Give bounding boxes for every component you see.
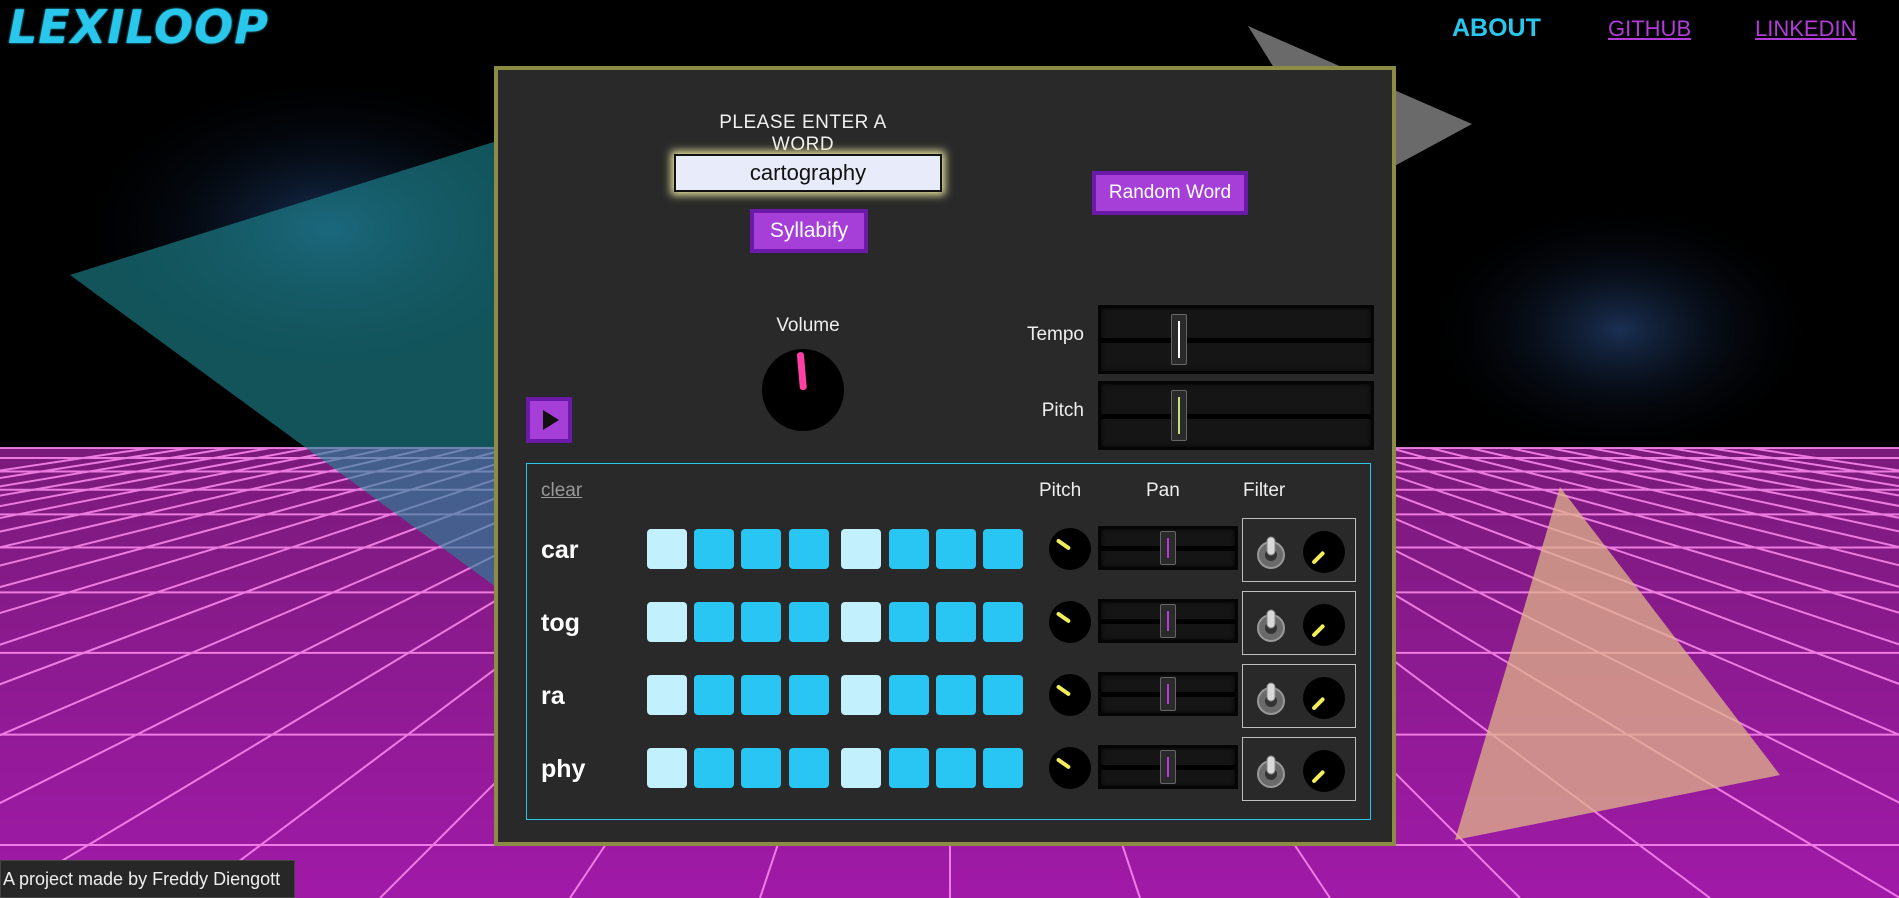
nav-about-link[interactable]: ABOUT — [1452, 14, 1541, 43]
step-pad-8[interactable] — [983, 529, 1023, 569]
volume-knob-indicator — [796, 351, 807, 391]
row-pitch-knob[interactable] — [1049, 747, 1091, 789]
pan-slider-thumb[interactable] — [1160, 750, 1176, 784]
filter-knob[interactable] — [1303, 750, 1345, 792]
row-pitch-knob-indicator — [1055, 538, 1072, 551]
top-nav: ABOUT GITHUB LINKEDIN — [0, 12, 1899, 52]
toggle-switch-icon[interactable] — [1255, 606, 1287, 644]
tempo-slider-track — [1101, 337, 1371, 343]
step-pad-8[interactable] — [983, 675, 1023, 715]
step-pad-7[interactable] — [936, 529, 976, 569]
row-pitch-knob-indicator — [1055, 757, 1072, 770]
pan-slider[interactable] — [1098, 526, 1238, 570]
filter-controls — [1242, 518, 1356, 582]
step-pad-6[interactable] — [889, 675, 929, 715]
col-header-pitch: Pitch — [1039, 480, 1082, 501]
filter-knob-indicator — [1311, 550, 1326, 565]
synth-panel: PLEASE ENTER A WORD Syllabify Random Wor… — [494, 66, 1396, 846]
filter-controls — [1242, 664, 1356, 728]
step-pad-1[interactable] — [647, 675, 687, 715]
step-pad-3[interactable] — [741, 748, 781, 788]
syllable-label: phy — [541, 755, 586, 783]
volume-knob[interactable] — [762, 349, 844, 431]
footer-credit: A project made by Freddy Diengott — [0, 860, 296, 898]
row-pitch-knob[interactable] — [1049, 674, 1091, 716]
filter-knob-indicator — [1311, 769, 1326, 784]
tempo-label: Tempo — [1026, 324, 1084, 345]
random-word-button[interactable]: Random Word — [1092, 171, 1248, 215]
col-header-pan: Pan — [1146, 480, 1180, 501]
word-input[interactable] — [674, 154, 942, 192]
step-pad-1[interactable] — [647, 602, 687, 642]
syllable-label: car — [541, 536, 579, 564]
pan-slider-thumb[interactable] — [1160, 531, 1176, 565]
pan-slider[interactable] — [1098, 672, 1238, 716]
step-pad-2[interactable] — [694, 529, 734, 569]
syllable-label: tog — [541, 609, 580, 637]
step-pad-4[interactable] — [789, 529, 829, 569]
step-pad-6[interactable] — [889, 602, 929, 642]
pan-slider[interactable] — [1098, 745, 1238, 789]
step-pad-7[interactable] — [936, 602, 976, 642]
pitch-label: Pitch — [1041, 400, 1084, 421]
filter-knob[interactable] — [1303, 677, 1345, 719]
step-pad-5[interactable] — [841, 529, 881, 569]
toggle-switch-icon[interactable] — [1255, 752, 1287, 790]
step-pad-2[interactable] — [694, 602, 734, 642]
filter-controls — [1242, 737, 1356, 801]
step-pad-5[interactable] — [841, 602, 881, 642]
nav-github-link[interactable]: GITHUB — [1608, 16, 1691, 42]
filter-knob-indicator — [1311, 623, 1326, 638]
volume-label: Volume — [776, 315, 840, 336]
step-pad-4[interactable] — [789, 748, 829, 788]
sequencer: clear Pitch Pan Filter car tog ra phy — [526, 463, 1371, 820]
row-pitch-knob-indicator — [1055, 684, 1072, 697]
pan-slider[interactable] — [1098, 599, 1238, 643]
step-pad-2[interactable] — [694, 675, 734, 715]
step-pad-3[interactable] — [741, 675, 781, 715]
col-header-filter: Filter — [1243, 480, 1286, 501]
row-pitch-knob[interactable] — [1049, 528, 1091, 570]
step-pad-1[interactable] — [647, 529, 687, 569]
filter-knob-indicator — [1311, 696, 1326, 711]
sequencer-row-ra: ra — [527, 664, 1372, 734]
step-pad-6[interactable] — [889, 529, 929, 569]
step-pad-2[interactable] — [694, 748, 734, 788]
filter-knob[interactable] — [1303, 604, 1345, 646]
step-pad-4[interactable] — [789, 675, 829, 715]
step-pad-7[interactable] — [936, 748, 976, 788]
pitch-slider-track — [1101, 413, 1371, 419]
row-pitch-knob-indicator — [1055, 611, 1072, 624]
step-pad-3[interactable] — [741, 529, 781, 569]
step-pad-8[interactable] — [983, 602, 1023, 642]
syllable-label: ra — [541, 682, 565, 710]
play-button[interactable] — [526, 397, 572, 443]
step-pad-1[interactable] — [647, 748, 687, 788]
syllabify-button[interactable]: Syllabify — [750, 209, 868, 253]
step-pad-3[interactable] — [741, 602, 781, 642]
step-pad-5[interactable] — [841, 748, 881, 788]
toggle-switch-icon[interactable] — [1255, 679, 1287, 717]
step-pad-8[interactable] — [983, 748, 1023, 788]
clear-link[interactable]: clear — [541, 480, 582, 502]
step-pad-6[interactable] — [889, 748, 929, 788]
step-pad-7[interactable] — [936, 675, 976, 715]
sequencer-row-car: car — [527, 518, 1372, 588]
tempo-slider-thumb[interactable] — [1171, 314, 1188, 365]
filter-controls — [1242, 591, 1356, 655]
sequencer-row-phy: phy — [527, 737, 1372, 807]
pan-slider-thumb[interactable] — [1160, 604, 1176, 638]
row-pitch-knob[interactable] — [1049, 601, 1091, 643]
word-prompt: PLEASE ENTER A WORD — [719, 112, 887, 155]
toggle-switch-icon[interactable] — [1255, 533, 1287, 571]
filter-knob[interactable] — [1303, 531, 1345, 573]
tempo-slider[interactable] — [1098, 305, 1374, 374]
nav-linkedin-link[interactable]: LINKEDIN — [1755, 16, 1856, 42]
pitch-slider[interactable] — [1098, 381, 1374, 450]
sequencer-row-tog: tog — [527, 591, 1372, 661]
pan-slider-thumb[interactable] — [1160, 677, 1176, 711]
step-pad-4[interactable] — [789, 602, 829, 642]
pitch-slider-thumb[interactable] — [1171, 390, 1188, 441]
step-pad-5[interactable] — [841, 675, 881, 715]
